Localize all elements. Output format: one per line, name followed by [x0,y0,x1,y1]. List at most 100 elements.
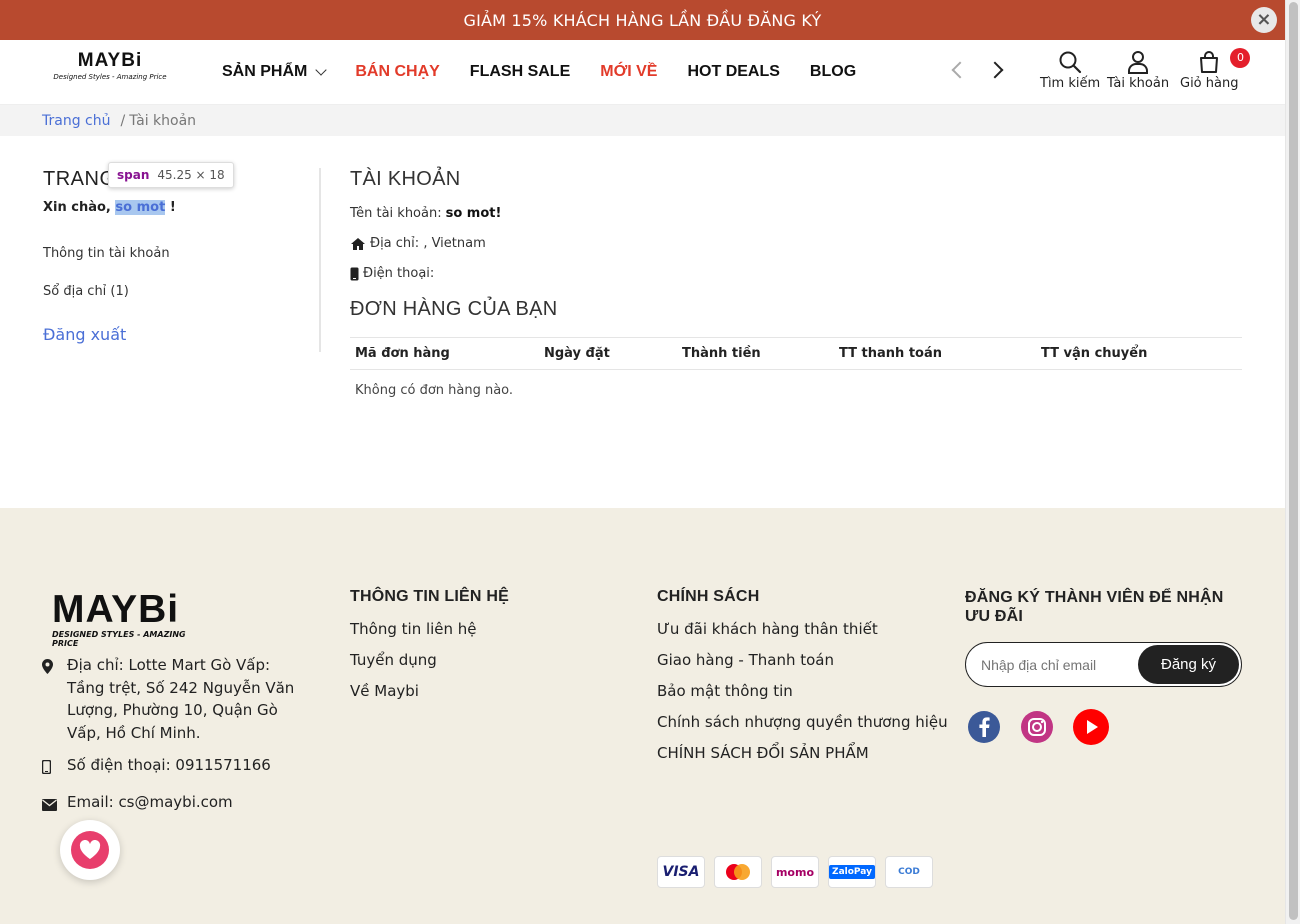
logo-tagline: Designed Styles - Amazing Price [53,73,167,81]
breadcrumb-current: Tài khoản [129,112,197,129]
footer-link[interactable]: Thông tin liên hệ [350,620,509,638]
account-phone-row: Điện thoại: [350,266,1242,281]
tooltip-dims: 45.25 × 18 [157,168,225,182]
footer-col-title: THÔNG TIN LIÊN HỆ [350,588,509,605]
greeting: Xin chào, so mot ! [43,200,319,215]
nav-item-new-arrivals[interactable]: MỚI VỀ [600,63,657,81]
nav-label: HOT DEALS [687,63,780,80]
cart-button[interactable]: Giỏ hàng 0 [1180,48,1251,91]
footer-link[interactable]: CHÍNH SÁCH ĐỔI SẢN PHẨM [657,744,948,762]
greeting-username: so mot [115,200,166,215]
footer-link[interactable]: Về Maybi [350,682,509,700]
footer-logo[interactable]: MAYBi DESIGNED STYLES - AMAZING PRICE [52,588,197,649]
zalopay-label: ZaloPay [829,865,875,879]
email-field[interactable] [966,643,1136,686]
cod-icon: COD [885,856,933,888]
home-icon [351,237,365,250]
footer-address: Địa chỉ: Lotte Mart Gò Vấp: Tầng trệt, S… [42,654,312,744]
logout-link[interactable]: Đăng xuất [43,325,319,344]
site-logo[interactable]: MAYBi Designed Styles - Amazing Price [50,50,170,86]
mobile-phone-icon [41,754,67,781]
nav-item-flash-sale[interactable]: FLASH SALE [470,63,570,81]
footer-signup: ĐĂNG KÝ THÀNH VIÊN ĐỂ NHẬN ƯU ĐÃI [965,588,1242,640]
col-payment-status: TT thanh toán [834,337,1036,370]
sidebar-item-account-info[interactable]: Thông tin tài khoản [43,246,319,261]
footer-link[interactable]: Giao hàng - Thanh toán [657,651,948,669]
footer-col-title: ĐĂNG KÝ THÀNH VIÊN ĐỂ NHẬN ƯU ĐÃI [965,589,1224,625]
search-icon [1059,51,1082,74]
footer-logo-text: MAYBi [52,588,180,631]
account-phone-label: Điện thoại: [363,266,435,281]
footer-link[interactable]: Chính sách nhượng quyền thương hiệu [657,713,948,731]
account-title: TÀI KHOẢN [350,168,461,190]
greeting-suffix: ! [169,200,176,215]
footer-email: Email: cs@maybi.com [42,791,312,818]
nav-label: BLOG [809,63,857,80]
footer-logo-tagline: DESIGNED STYLES - AMAZING PRICE [52,630,186,648]
nav-item-blog[interactable]: BLOG [810,63,856,81]
nav-label: BÁN CHẠY [355,63,440,80]
footer-contact: Địa chỉ: Lotte Mart Gò Vấp: Tầng trệt, S… [41,654,312,827]
breadcrumb-home[interactable]: Trang chủ [42,113,110,129]
account-button[interactable]: Tài khoản [1107,50,1169,91]
orders-header-row: Mã đơn hàng Ngày đặt Thành tiền TT thanh… [350,337,1242,370]
logo-text: MAYBi [77,50,143,71]
scrollbar[interactable] [1285,0,1300,924]
nav-label: SẢN PHẨM [222,63,308,80]
nav-label: MỚI VỀ [600,63,658,80]
promo-text[interactable]: GIẢM 15% KHÁCH HÀNG LẦN ĐẦU ĐĂNG KÝ [463,11,821,30]
breadcrumb-separator: / [120,112,126,129]
site-footer: MAYBi DESIGNED STYLES - AMAZING PRICE Đị… [0,508,1285,924]
account-name-row: Tên tài khoản: so mot! [350,206,1242,221]
signup-button[interactable]: Đăng ký [1138,645,1239,684]
cart-count-badge: 0 [1230,48,1251,68]
envelope-icon [42,791,67,818]
mobile-phone-icon [350,267,359,280]
main-nav: SẢN PHẨM BÁN CHẠY FLASH SALE MỚI VỀ HOT … [222,40,886,104]
col-order-id: Mã đơn hàng [350,337,539,370]
greeting-prefix: Xin chào, [43,200,111,215]
nav-item-products[interactable]: SẢN PHẨM [222,63,328,81]
sidebar-item-address-book[interactable]: Sổ địa chỉ (1) [43,284,319,299]
breadcrumb: Trang chủ / Tài khoản [0,105,1285,136]
account-address-row: Địa chỉ: , Vietnam [350,236,1242,251]
footer-phone-text[interactable]: Số điện thoại: 0911571166 [67,754,271,781]
map-marker-icon [42,654,67,744]
heart-icon [71,831,109,869]
youtube-icon[interactable] [1073,709,1109,745]
visa-icon: VISA [657,856,705,888]
account-address-value: , Vietnam [423,236,486,251]
scrollbar-thumb[interactable] [1289,2,1298,920]
footer-link[interactable]: Tuyển dụng [350,651,509,669]
nav-item-hot-deals[interactable]: HOT DEALS [687,63,779,81]
footer-link[interactable]: Bảo mật thông tin [657,682,948,700]
account-main: TRANG span 45.25 × 18 Xin chào, so mot ! … [0,136,1285,508]
wishlist-floating-button[interactable] [60,820,120,880]
cart-label: Giỏ hàng [1180,76,1239,91]
col-order-date: Ngày đặt [539,337,677,370]
site-header: MAYBi Designed Styles - Amazing Price SẢ… [0,40,1285,105]
footer-link[interactable]: Ưu đãi khách hàng thân thiết [657,620,948,638]
footer-policy-links: CHÍNH SÁCH Ưu đãi khách hàng thân thiết … [657,588,948,775]
footer-contact-links: THÔNG TIN LIÊN HỆ Thông tin liên hệ Tuyể… [350,588,509,713]
nav-prev-arrow-icon[interactable] [951,61,969,79]
account-label: Tài khoản [1107,76,1170,91]
footer-phone: Số điện thoại: 0911571166 [41,754,312,781]
nav-item-bestseller[interactable]: BÁN CHẠY [355,63,439,81]
facebook-icon[interactable] [966,709,1002,745]
account-name-label: Tên tài khoản: [350,206,442,221]
chevron-down-icon [315,64,328,76]
account-address-label: Địa chỉ: [370,236,420,251]
search-label: Tìm kiếm [1040,76,1101,91]
promo-bar[interactable]: GIẢM 15% KHÁCH HÀNG LẦN ĐẦU ĐĂNG KÝ × [0,0,1285,40]
instagram-icon[interactable] [1019,709,1055,745]
col-shipping-status: TT vận chuyển [1036,337,1242,370]
search-button[interactable]: Tìm kiếm [1040,50,1100,91]
footer-email-text[interactable]: Email: cs@maybi.com [67,791,233,818]
orders-title: ĐƠN HÀNG CỦA BẠN [350,298,558,320]
nav-next-arrow-icon[interactable] [986,61,1004,79]
close-icon[interactable]: × [1251,7,1277,33]
page: GIẢM 15% KHÁCH HÀNG LẦN ĐẦU ĐĂNG KÝ × MA… [0,0,1285,924]
account-content: TÀI KHOẢN Tên tài khoản: so mot! Địa chỉ… [350,168,1242,411]
user-icon [1128,51,1149,74]
